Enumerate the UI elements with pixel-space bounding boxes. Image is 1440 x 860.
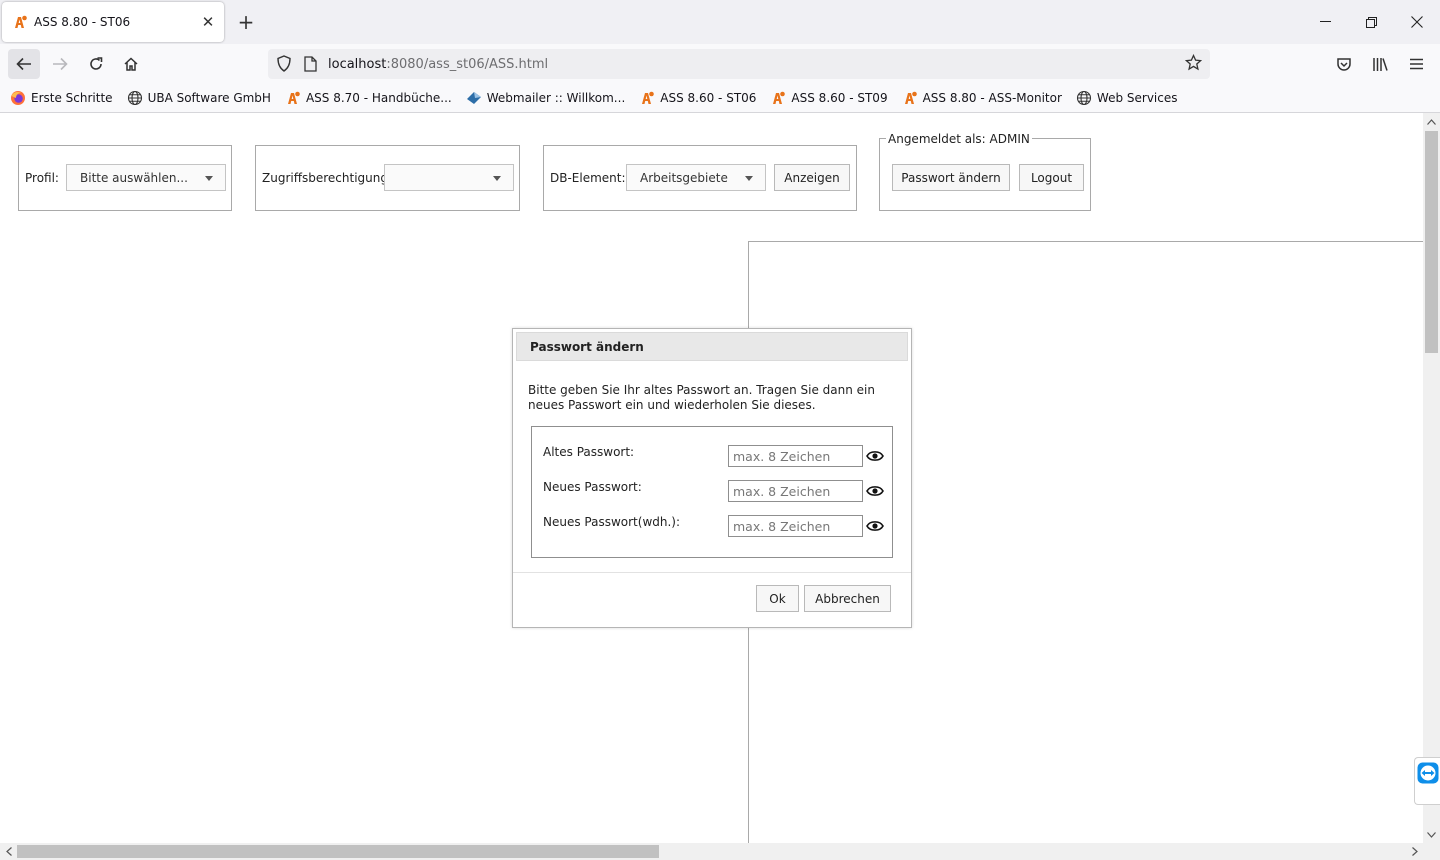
scroll-up-icon[interactable] (1423, 113, 1440, 130)
browser-tab-active[interactable]: ASS 8.80 - ST06 ✕ (2, 2, 224, 42)
teamviewer-icon[interactable] (1414, 757, 1440, 805)
bookmark-label: ASS 8.80 - ASS-Monitor (922, 91, 1062, 105)
ass-logo-icon (902, 90, 918, 106)
bookmark-item[interactable]: Web Services (1076, 90, 1178, 106)
ass-logo-icon (639, 90, 655, 106)
navigation-toolbar: localhost:8080/ass_st06/ASS.html (0, 44, 1440, 84)
profil-dropdown[interactable]: Bitte auswählen... (66, 164, 226, 191)
bookmark-item[interactable]: ASS 8.80 - ASS-Monitor (902, 90, 1062, 106)
globe-icon (127, 90, 143, 106)
dbelement-label: DB-Element: (550, 171, 626, 185)
repeat-password-label: Neues Passwort(wdh.): (543, 515, 681, 529)
show-password-eye-icon[interactable] (866, 519, 884, 533)
dbelement-dropdown-value: Arbeitsgebiete (640, 170, 728, 185)
bookmark-item[interactable]: ASS 8.60 - ST09 (770, 90, 888, 106)
bookmark-label: ASS 8.60 - ST06 (660, 91, 757, 105)
reload-icon[interactable] (80, 49, 112, 79)
chevron-down-icon (493, 176, 501, 181)
anzeigen-button[interactable]: Anzeigen (774, 164, 850, 191)
close-tab-icon[interactable]: ✕ (196, 10, 220, 34)
change-password-button[interactable]: Passwort ändern (892, 164, 1010, 191)
horizontal-scroll-thumb[interactable] (17, 845, 659, 858)
bookmark-item[interactable]: Webmailer :: Willkom... (466, 90, 626, 106)
minimize-icon[interactable] (1302, 0, 1348, 44)
tracking-shield-icon[interactable] (276, 55, 292, 75)
ass-logo-icon (285, 90, 301, 106)
chevron-down-icon (745, 176, 753, 181)
tab-title: ASS 8.80 - ST06 (34, 15, 131, 29)
back-arrow-icon[interactable] (8, 49, 40, 79)
dialog-divider (513, 572, 911, 573)
profil-label: Profil: (25, 171, 59, 185)
scroll-down-icon[interactable] (1423, 826, 1440, 843)
bookmark-star-icon[interactable] (1184, 53, 1203, 76)
ass-logo-icon (12, 14, 28, 30)
show-password-eye-icon[interactable] (866, 449, 884, 463)
bookmark-item[interactable]: ASS 8.60 - ST06 (639, 90, 756, 106)
pocket-icon[interactable] (1328, 49, 1360, 79)
new-tab-icon[interactable]: + (234, 10, 258, 34)
vertical-scroll-thumb[interactable] (1425, 131, 1438, 353)
profil-dropdown-value: Bitte auswählen... (80, 170, 188, 185)
bookmark-label: ASS 8.60 - ST09 (791, 91, 888, 105)
show-password-eye-icon[interactable] (866, 484, 884, 498)
bookmark-item[interactable]: Erste Schritte (10, 90, 113, 106)
chevron-down-icon (205, 176, 213, 181)
page-info-icon[interactable] (304, 56, 317, 75)
dialog-description: Bitte geben Sie Ihr altes Passwort an. T… (528, 383, 875, 412)
zugriff-box: Zugriffsberechtigung: (255, 145, 520, 211)
scroll-right-icon[interactable] (1406, 843, 1423, 860)
globe-icon (1076, 90, 1092, 106)
bookmark-label: Erste Schritte (31, 91, 113, 105)
forward-arrow-icon[interactable] (44, 49, 76, 79)
dbelement-box: DB-Element: Arbeitsgebiete Anzeigen (543, 145, 857, 211)
dbelement-dropdown[interactable]: Arbeitsgebiete (626, 164, 766, 191)
bookmark-label: ASS 8.70 - Handbüche... (305, 91, 452, 105)
firefox-icon (10, 90, 26, 106)
bookmark-label: Webmailer :: Willkom... (486, 91, 626, 105)
profil-box: Profil: Bitte auswählen... (18, 145, 232, 211)
url-bar[interactable]: localhost:8080/ass_st06/ASS.html (268, 49, 1210, 79)
logout-button[interactable]: Logout (1019, 164, 1084, 191)
home-icon[interactable] (115, 49, 147, 79)
mail-icon (466, 90, 482, 106)
password-fields-group: Altes Passwort: Neues Passwort: Neues Pa… (531, 426, 893, 558)
restore-icon[interactable] (1348, 0, 1394, 44)
new-password-field[interactable] (728, 480, 863, 502)
close-window-icon[interactable] (1394, 0, 1440, 44)
dialog-title[interactable]: Passwort ändern (516, 332, 908, 361)
library-icon[interactable] (1364, 49, 1396, 79)
vertical-scrollbar[interactable] (1423, 113, 1440, 843)
scroll-left-icon[interactable] (0, 843, 17, 860)
horizontal-scrollbar[interactable] (0, 843, 1440, 860)
logged-in-legend: Angemeldet als: ADMIN (886, 132, 1032, 146)
menu-icon[interactable] (1400, 49, 1432, 79)
url-host: localhost (328, 56, 387, 72)
ok-button[interactable]: Ok (756, 585, 799, 612)
login-box: Angemeldet als: ADMIN Passwort ändern Lo… (879, 132, 1091, 211)
zugriff-label: Zugriffsberechtigung: (262, 171, 393, 185)
ass-logo-icon (770, 90, 786, 106)
tab-strip: ASS 8.80 - ST06 ✕ + (0, 0, 1440, 44)
zugriff-dropdown[interactable] (384, 164, 514, 191)
old-password-label: Altes Passwort: (543, 445, 635, 459)
cancel-button[interactable]: Abbrechen (804, 585, 891, 612)
bookmark-label: Web Services (1096, 91, 1178, 105)
bookmark-item[interactable]: UBA Software GmbH (127, 90, 271, 106)
url-path: :8080/ass_st06/ASS.html (386, 56, 549, 72)
repeat-password-field[interactable] (728, 515, 863, 537)
bookmark-label: UBA Software GmbH (147, 91, 271, 105)
change-password-dialog: Passwort ändern Bitte geben Sie Ihr alte… (512, 328, 912, 628)
bookmarks-toolbar: Erste Schritte UBA Software GmbH ASS 8.7… (0, 84, 1440, 113)
new-password-label: Neues Passwort: (543, 480, 642, 494)
old-password-field[interactable] (728, 445, 863, 467)
bookmark-item[interactable]: ASS 8.70 - Handbüche... (285, 90, 452, 106)
